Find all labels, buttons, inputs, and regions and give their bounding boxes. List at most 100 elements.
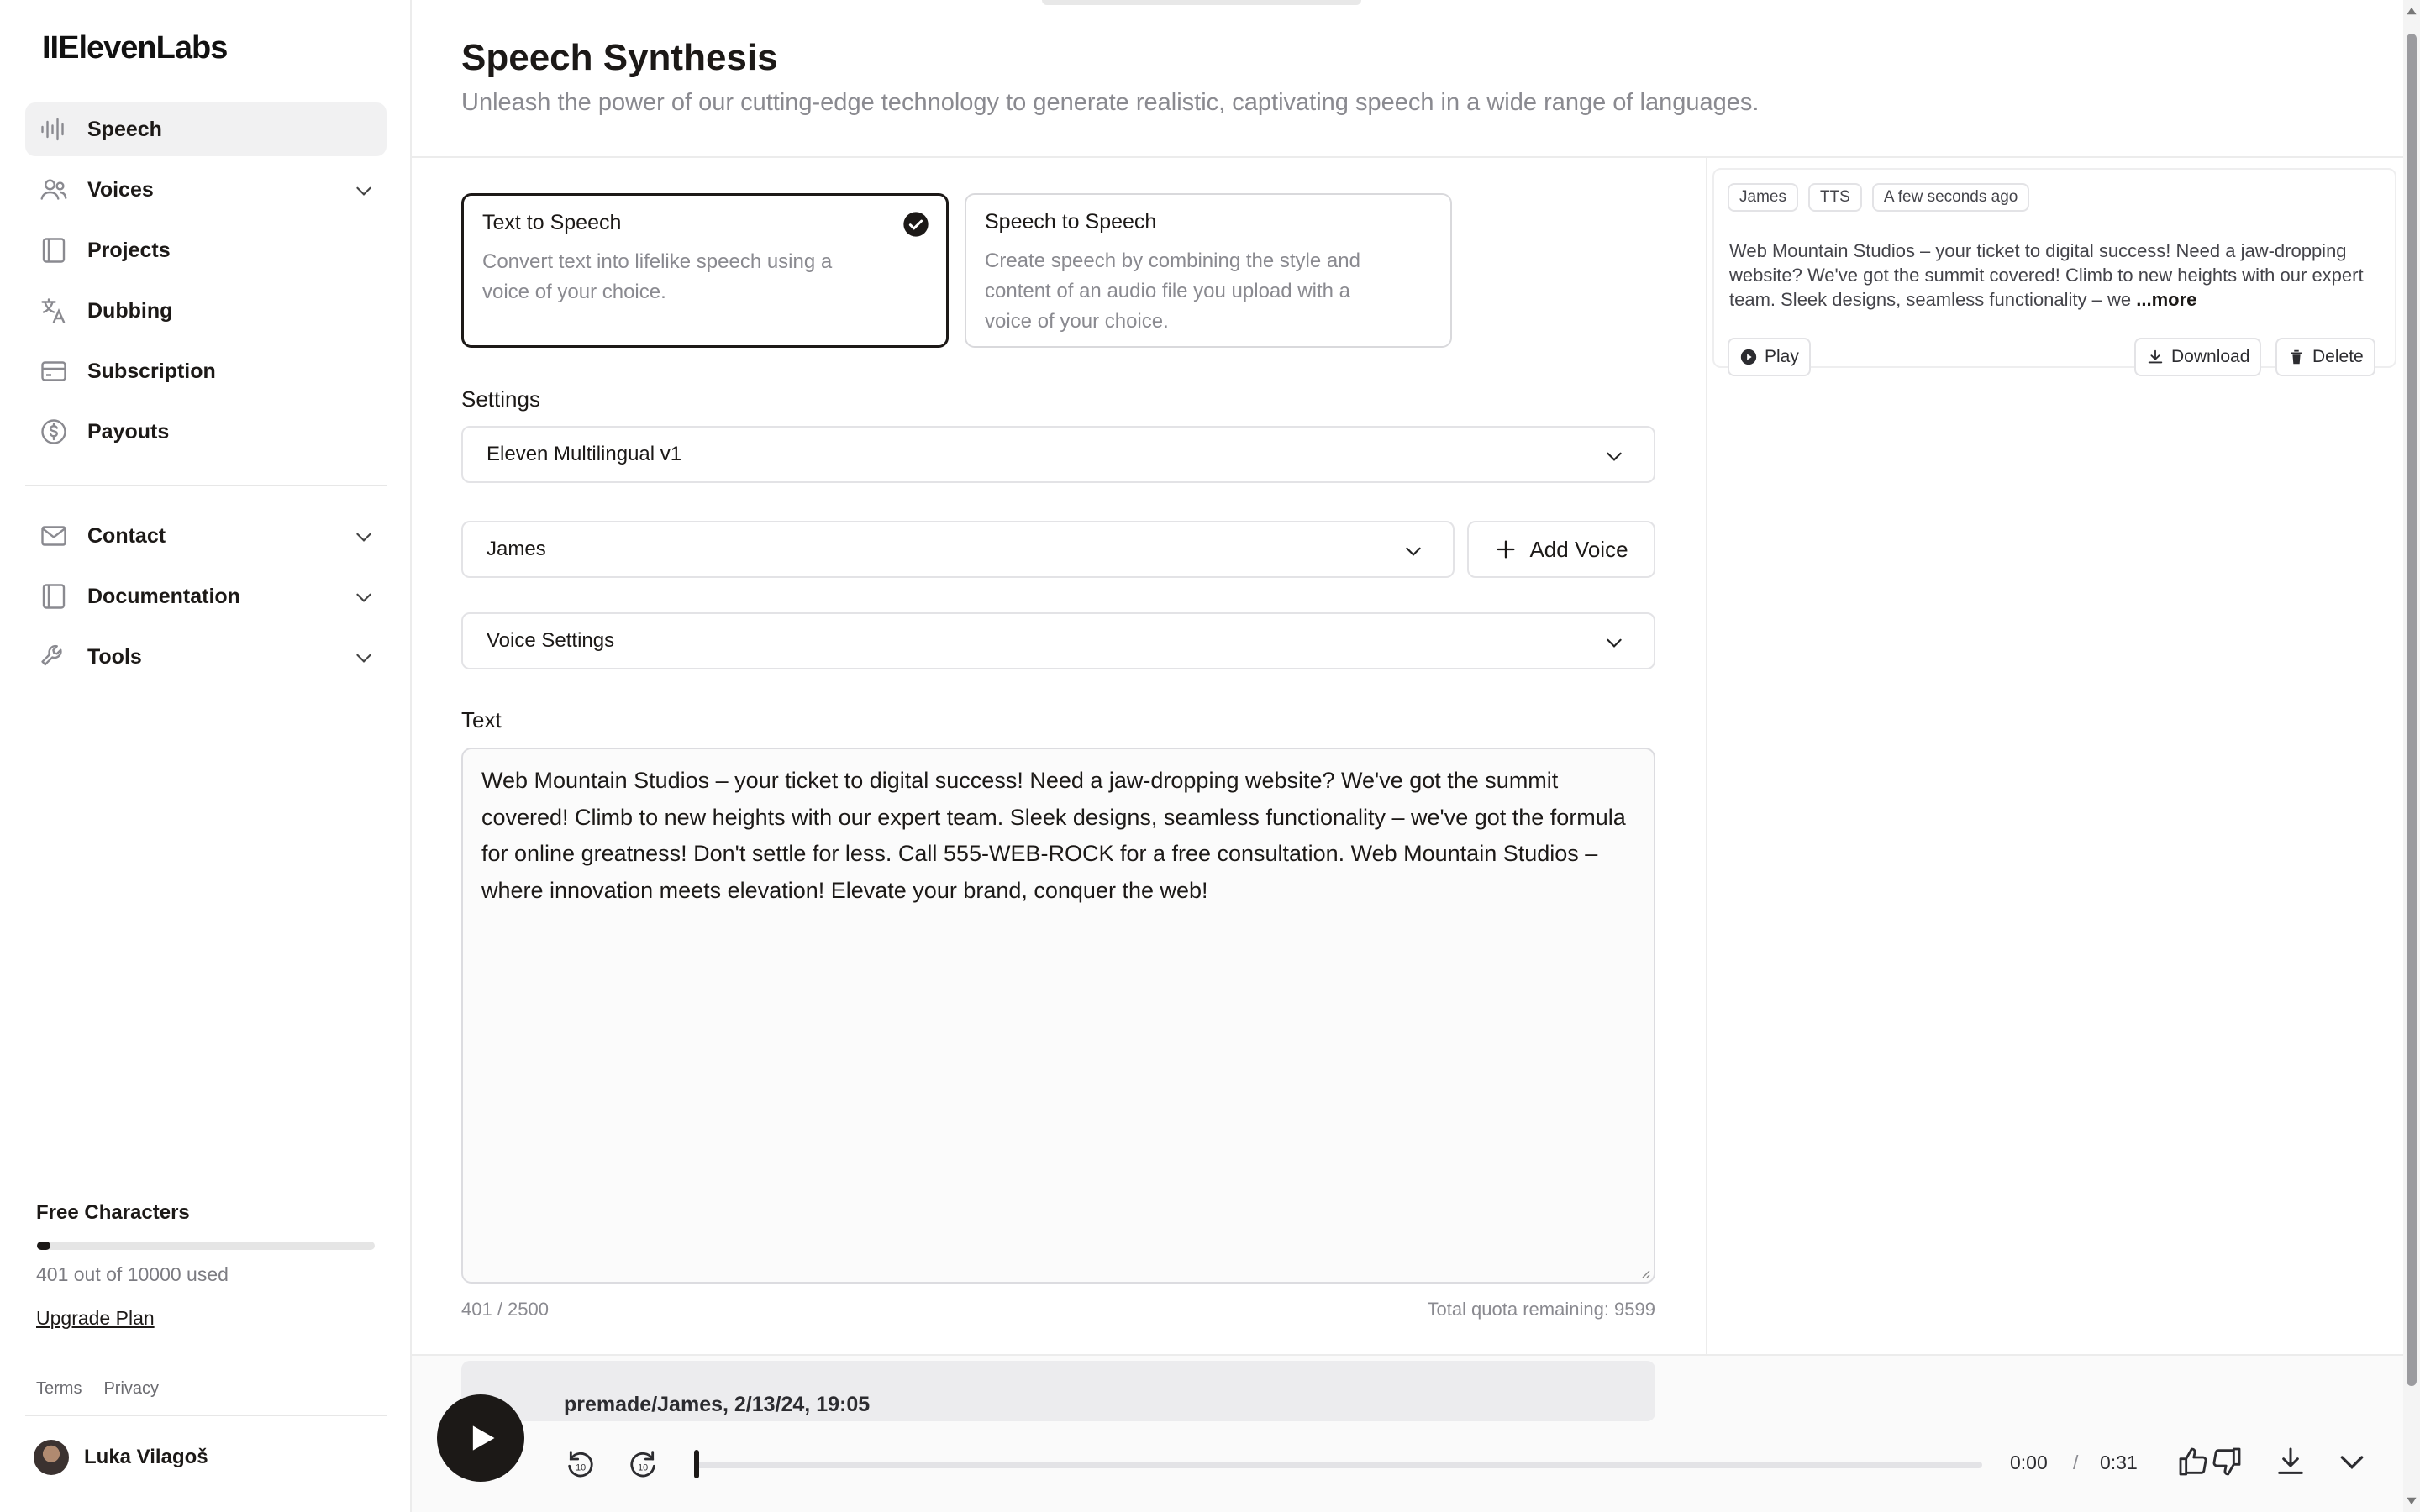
- plus-icon: [1497, 540, 1515, 559]
- scroll-down-arrow-icon[interactable]: [2406, 1495, 2417, 1507]
- chevron-down-icon: [1607, 638, 1622, 648]
- history-item[interactable]: James TTS A few seconds ago Web Mountain…: [1712, 168, 2396, 376]
- text-to-speech-card[interactable]: Text to Speech Convert text into lifelik…: [461, 193, 949, 348]
- book-icon: [42, 238, 66, 263]
- track-title: premade/James, 2/13/24, 19:05: [564, 1393, 871, 1416]
- sidebar-item-speech[interactable]: Speech: [25, 102, 387, 156]
- current-time: 0:00: [2010, 1452, 2048, 1473]
- wrench-icon: [41, 644, 62, 666]
- more-link[interactable]: ...more: [2136, 289, 2196, 310]
- playback-handle[interactable]: [694, 1450, 699, 1478]
- play-circle-icon: [1740, 349, 1757, 365]
- sidebar-item-contact[interactable]: Contact: [25, 509, 387, 563]
- rewind-10-icon[interactable]: 10: [564, 1446, 597, 1480]
- sidebar-item-voices[interactable]: Voices: [25, 163, 387, 217]
- model-select[interactable]: Eleven Multilingual v1: [461, 426, 1655, 483]
- forward-10-icon[interactable]: 10: [626, 1446, 660, 1480]
- quota-progress-fill: [37, 1242, 51, 1250]
- character-count: 401 / 2500: [461, 1299, 549, 1320]
- chevron-down-icon: [356, 593, 371, 602]
- settings-label: Settings: [461, 386, 540, 412]
- audio-player: premade/James, 2/13/24, 19:05 10 10 0:00…: [412, 1354, 2403, 1512]
- sidebar-item-label: Dubbing: [87, 298, 173, 323]
- quota-remaining: Total quota remaining: 9599: [1427, 1299, 1655, 1320]
- logo[interactable]: IIElevenLabs: [42, 30, 228, 66]
- voice-settings-select[interactable]: Voice Settings: [461, 612, 1655, 669]
- trash-icon: [2291, 349, 2302, 365]
- thumbs-down-icon[interactable]: [2210, 1445, 2244, 1478]
- sidebar-item-projects[interactable]: Projects: [25, 223, 387, 277]
- avatar: [34, 1440, 69, 1475]
- playback-progress[interactable]: [697, 1462, 1982, 1468]
- sidebar-divider: [25, 1415, 387, 1416]
- play-button[interactable]: [437, 1394, 524, 1482]
- user-name: Luka Vilagoš: [84, 1446, 208, 1468]
- terms-link[interactable]: Terms: [36, 1379, 82, 1399]
- book-icon: [42, 584, 66, 609]
- sidebar-item-documentation[interactable]: Documentation: [25, 570, 387, 623]
- check-circle-icon: [903, 212, 929, 237]
- download-label: Download: [2171, 347, 2250, 366]
- play-label: Play: [1765, 347, 1799, 366]
- text-label: Text: [461, 707, 502, 732]
- sidebar-item-label: Voices: [87, 177, 154, 202]
- download-icon[interactable]: [2274, 1445, 2307, 1478]
- history-delete-button[interactable]: Delete: [2275, 338, 2375, 376]
- chevron-down-icon[interactable]: [2335, 1445, 2369, 1478]
- voice-badge: James: [1728, 183, 1798, 212]
- voice-select-value: James: [487, 538, 546, 560]
- page-title: Speech Synthesis: [461, 37, 778, 78]
- delete-label: Delete: [2312, 347, 2364, 366]
- sidebar-item-label: Payouts: [87, 419, 170, 444]
- sidebar-item-subscription[interactable]: Subscription: [25, 344, 387, 398]
- chevron-down-icon: [1607, 452, 1622, 461]
- history-download-button[interactable]: Download: [2134, 338, 2262, 376]
- time-separator: /: [2073, 1452, 2079, 1473]
- duration: 0:31: [2100, 1452, 2138, 1473]
- page-header: Speech Synthesis Unleash the power of ou…: [412, 0, 2403, 158]
- add-voice-label: Add Voice: [1529, 536, 1628, 562]
- sidebar-item-dubbing[interactable]: Dubbing: [25, 284, 387, 338]
- chevron-down-icon: [1406, 547, 1421, 556]
- upgrade-plan-link[interactable]: Upgrade Plan: [36, 1307, 155, 1330]
- mode-title: Text to Speech: [482, 211, 622, 234]
- sidebar-item-payouts[interactable]: Payouts: [25, 405, 387, 459]
- history-text: Web Mountain Studios – your ticket to di…: [1729, 239, 2385, 312]
- resize-handle-icon[interactable]: [1639, 1267, 1650, 1278]
- svg-text:10: 10: [638, 1462, 648, 1473]
- page-subtitle: Unleash the power of our cutting-edge te…: [461, 89, 1760, 116]
- sidebar-item-label: Subscription: [87, 359, 216, 383]
- time-badge: A few seconds ago: [1871, 183, 2030, 212]
- text-input-value: Web Mountain Studios – your ticket to di…: [481, 768, 1626, 903]
- sidebar-divider: [25, 485, 387, 486]
- user-profile[interactable]: Luka Vilagoš: [34, 1440, 208, 1475]
- credit-card-icon: [41, 361, 66, 381]
- add-voice-button[interactable]: Add Voice: [1467, 521, 1655, 578]
- scroll-up-arrow-icon[interactable]: [2406, 5, 2417, 17]
- sidebar-item-label: Projects: [87, 238, 171, 262]
- footer-links: Terms Privacy: [36, 1379, 159, 1399]
- waveform-icon: [41, 118, 64, 141]
- sidebar-item-label: Contact: [87, 523, 166, 548]
- speech-to-speech-card[interactable]: Speech to Speech Create speech by combin…: [965, 193, 1452, 348]
- page-scrollbar[interactable]: [2403, 0, 2420, 1512]
- type-badge: TTS: [1807, 183, 1862, 212]
- download-icon: [2148, 349, 2163, 364]
- scroll-thumb[interactable]: [2407, 34, 2417, 1386]
- translate-icon: [41, 298, 66, 323]
- model-select-value: Eleven Multilingual v1: [487, 443, 682, 465]
- sidebar: IIElevenLabs Speech Voices Projects Dubb…: [0, 0, 412, 1512]
- history-play-button[interactable]: Play: [1728, 338, 1811, 376]
- quota-usage-text: 401 out of 10000 used: [36, 1263, 229, 1285]
- history-badges: James TTS A few seconds ago: [1728, 183, 2030, 212]
- sidebar-item-label: Tools: [87, 644, 142, 669]
- thumbs-up-icon[interactable]: [2176, 1445, 2210, 1478]
- text-input[interactable]: Web Mountain Studios – your ticket to di…: [461, 748, 1655, 1284]
- privacy-link[interactable]: Privacy: [103, 1379, 159, 1399]
- sidebar-item-tools[interactable]: Tools: [25, 630, 387, 684]
- users-icon: [40, 179, 67, 200]
- free-characters-title: Free Characters: [36, 1201, 190, 1224]
- chevron-down-icon: [356, 654, 371, 663]
- history-text-body: Web Mountain Studios – your ticket to di…: [1729, 240, 2364, 310]
- voice-select[interactable]: James: [461, 521, 1455, 578]
